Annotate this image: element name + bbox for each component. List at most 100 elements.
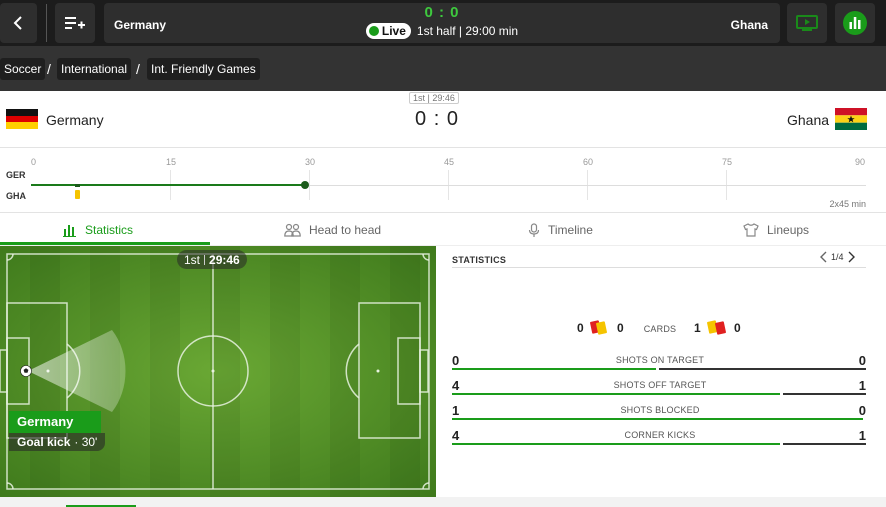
stats-button[interactable] — [835, 3, 875, 43]
match-status: Live 1st half | 29:00 min — [104, 23, 780, 39]
stat-home-bar — [452, 393, 780, 395]
stat-label: SHOTS ON TARGET — [615, 355, 705, 365]
tab-timeline[interactable]: Timeline — [528, 215, 593, 245]
playlist-add-icon — [65, 17, 85, 29]
chevron-right-icon[interactable] — [847, 251, 855, 263]
stat-away-bar — [783, 443, 866, 445]
stat-home-value: 4 — [452, 428, 460, 443]
tab-statistics[interactable]: Statistics — [63, 215, 133, 245]
timeline-tick: 45 — [444, 157, 455, 167]
timeline-tick: 0 — [31, 157, 37, 167]
match-duration: 2x45 min — [829, 199, 866, 209]
away-team-name: Ghana — [787, 112, 830, 128]
timeline-tick: 15 — [166, 157, 177, 167]
stat-away-value: 0 — [858, 403, 866, 418]
pitch-time: 29:46 — [209, 252, 240, 267]
timeline-event-marker — [75, 184, 81, 187]
breadcrumb: Soccer / International / Int. Friendly G… — [0, 46, 886, 91]
timeline-home-code: GER — [6, 170, 26, 180]
video-button[interactable] — [787, 3, 827, 43]
breadcrumb-separator: / — [47, 61, 51, 77]
bar-chart-icon — [843, 11, 867, 35]
live-dot-icon — [368, 26, 379, 36]
cards-label: CARDS — [643, 324, 677, 334]
event-type: Goal kick — [17, 435, 71, 449]
tv-icon — [796, 15, 818, 31]
stat-away-value: 1 — [858, 378, 866, 393]
tab-lineups-label: Lineups — [767, 223, 810, 237]
divider — [0, 212, 886, 213]
stat-away-value: 0 — [858, 353, 866, 368]
bottom-strip — [0, 497, 886, 507]
stat-home-bar — [452, 418, 863, 420]
tab-head-to-head[interactable]: Head to head — [284, 215, 381, 245]
stat-home-bar — [452, 368, 656, 370]
statistics-page: 1/4 — [831, 252, 844, 262]
match-period-status: 1st half | 29:00 min — [416, 24, 519, 38]
breadcrumb-item-soccer[interactable]: Soccer — [0, 58, 46, 80]
stat-home-value: 1 — [452, 403, 460, 418]
scoreboard[interactable]: Germany 0 : 0 Live 1st half | 29:00 min … — [104, 3, 780, 43]
match-score: 0 : 0 — [415, 108, 459, 130]
pitch-clock: 1st 29:46 — [177, 250, 247, 269]
back-button[interactable] — [0, 3, 37, 43]
event-team-label: Germany — [9, 411, 101, 433]
stat-home-bar — [452, 443, 780, 445]
stat-home-value: 0 — [452, 353, 460, 368]
live-score: 0 : 0 — [424, 4, 460, 21]
live-pitch[interactable]: 1st 29:46 Germany Goal kick · 30' — [0, 246, 436, 497]
divider — [46, 4, 47, 42]
timeline-tick: 75 — [722, 157, 733, 167]
top-bar: Germany 0 : 0 Live 1st half | 29:00 min … — [0, 0, 886, 46]
away-yellow-cards: 1 — [694, 321, 701, 335]
ball-icon — [20, 365, 32, 377]
stat-away-bar — [659, 368, 866, 370]
home-team-name: Germany — [46, 112, 104, 128]
playlist-add-button[interactable] — [55, 3, 95, 43]
tab-head-to-head-label: Head to head — [309, 223, 382, 237]
timeline-yellow-card-icon[interactable] — [75, 190, 81, 199]
divider — [204, 254, 206, 265]
event-minute: · 30' — [74, 435, 98, 449]
head-to-head-icon — [284, 223, 301, 237]
breadcrumb-item-friendly-games[interactable]: Int. Friendly Games — [147, 58, 260, 80]
tab-statistics-label: Statistics — [85, 223, 134, 237]
divider — [452, 267, 866, 268]
away-red-cards: 0 — [734, 321, 741, 335]
ghana-flag-icon — [835, 108, 867, 130]
stat-away-value: 1 — [858, 428, 866, 443]
timeline-away-code: GHA — [6, 191, 26, 201]
germany-flag-icon — [6, 109, 38, 129]
stat-away-bar — [783, 393, 866, 395]
live-badge: Live — [365, 23, 411, 39]
timeline-tick: 90 — [855, 157, 866, 167]
breadcrumb-separator: / — [136, 61, 140, 77]
event-label: Goal kick · 30' — [9, 433, 106, 451]
bar-chart-icon — [63, 225, 76, 237]
jersey-icon — [743, 223, 759, 237]
chevron-left-icon[interactable] — [820, 251, 828, 263]
timeline-tick: 60 — [583, 157, 594, 167]
chevron-left-icon — [13, 16, 22, 30]
tab-timeline-label: Timeline — [548, 223, 593, 237]
stat-label: SHOTS OFF TARGET — [613, 380, 707, 390]
pitch-graphic — [0, 246, 436, 497]
match-clock: 1st | 29:46 — [409, 92, 459, 104]
stat-home-value: 4 — [452, 378, 460, 393]
home-yellow-cards: 0 — [577, 321, 584, 335]
breadcrumb-item-international[interactable]: International — [57, 58, 132, 80]
microphone-icon — [528, 222, 540, 237]
red-card-icon — [714, 321, 727, 335]
pitch-period: 1st — [184, 252, 201, 267]
statistics-pager: 1/4 — [820, 251, 855, 263]
timeline-tick: 30 — [305, 157, 316, 167]
divider — [0, 147, 886, 148]
timeline-current-marker — [301, 181, 310, 189]
live-label: Live — [381, 24, 406, 38]
stat-label: SHOTS BLOCKED — [620, 405, 700, 415]
tab-lineups[interactable]: Lineups — [743, 215, 809, 245]
stat-label: CORNER KICKS — [624, 430, 696, 440]
statistics-title: STATISTICS — [452, 255, 507, 265]
timeline-progress — [31, 184, 306, 186]
away-team-name: Ghana — [730, 18, 768, 32]
